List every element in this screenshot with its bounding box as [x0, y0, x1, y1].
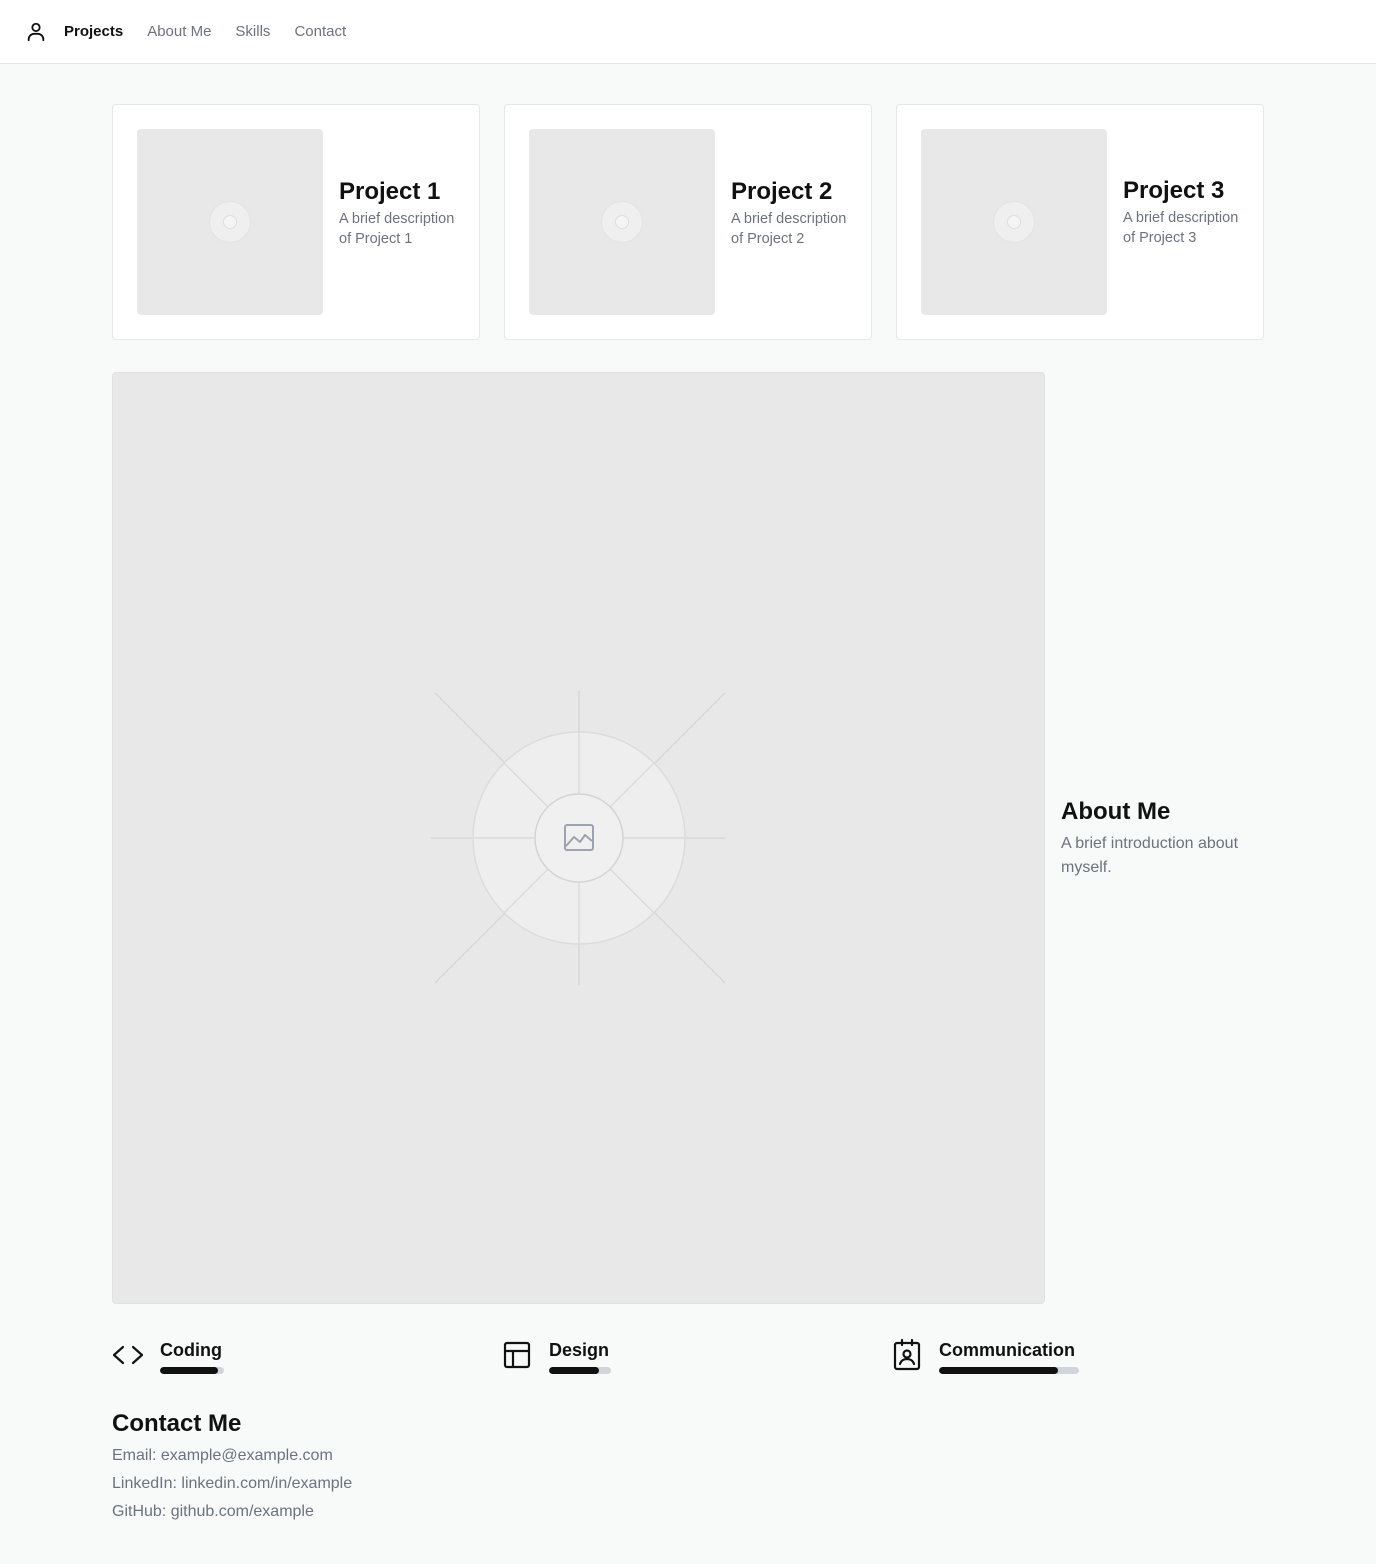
skill-progress-fill — [939, 1367, 1058, 1374]
contact-title: Contact Me — [112, 1410, 242, 1437]
skill-progress-bar — [160, 1367, 224, 1374]
project-title: Project 1 — [339, 178, 441, 205]
about-section: About Me A brief introduction about myse… — [1061, 798, 1281, 880]
contact-email[interactable]: Email: example@example.com — [112, 1442, 352, 1470]
skill-progress-fill — [160, 1367, 218, 1374]
skill-progress-fill — [549, 1367, 599, 1374]
skill-design: Design — [501, 1339, 611, 1374]
contact-github[interactable]: GitHub: github.com/example — [112, 1498, 352, 1526]
nav-link-skills[interactable]: Skills — [235, 23, 270, 40]
image-placeholder-icon — [601, 201, 643, 243]
project-description: A brief description of Project 1 — [339, 211, 455, 247]
layout-icon — [501, 1339, 533, 1371]
skill-communication: Communication — [891, 1338, 1079, 1374]
contact-card-icon — [891, 1338, 923, 1371]
project-title: Project 3 — [1123, 177, 1225, 204]
image-placeholder-icon — [209, 201, 251, 243]
about-hero-image — [112, 372, 1045, 1304]
contact-linkedin[interactable]: LinkedIn: linkedin.com/in/example — [112, 1470, 352, 1498]
about-title: About Me — [1061, 798, 1171, 825]
nav-link-projects[interactable]: Projects — [64, 23, 123, 40]
skill-label: Communication — [939, 1340, 1076, 1360]
project-description: A brief description of Project 3 — [1123, 210, 1239, 246]
image-placeholder-icon — [431, 691, 726, 985]
project-title: Project 2 — [731, 178, 833, 205]
about-text: A brief introduction about myself. — [1061, 835, 1239, 876]
skill-label: Design — [549, 1340, 610, 1360]
skill-coding: Coding — [112, 1339, 224, 1374]
skill-progress-bar — [549, 1367, 611, 1374]
project-thumbnail — [921, 129, 1107, 315]
nav-link-contact[interactable]: Contact — [294, 23, 346, 40]
user-icon[interactable] — [24, 20, 48, 44]
skill-progress-bar — [939, 1367, 1079, 1374]
contact-section: Contact Me Email: example@example.com Li… — [112, 1408, 352, 1526]
nav-link-about-me[interactable]: About Me — [147, 23, 211, 40]
project-thumbnail — [529, 129, 715, 315]
project-card[interactable]: Project 3 A brief description of Project… — [896, 104, 1264, 340]
top-nav: Projects About Me Skills Contact — [0, 0, 1376, 64]
image-placeholder-icon — [993, 201, 1035, 243]
project-card[interactable]: Project 1 A brief description of Project… — [112, 104, 480, 340]
project-thumbnail — [137, 129, 323, 315]
project-description: A brief description of Project 2 — [731, 211, 847, 247]
project-card[interactable]: Project 2 A brief description of Project… — [504, 104, 872, 340]
skill-label: Coding — [160, 1340, 222, 1360]
code-icon — [112, 1339, 144, 1371]
